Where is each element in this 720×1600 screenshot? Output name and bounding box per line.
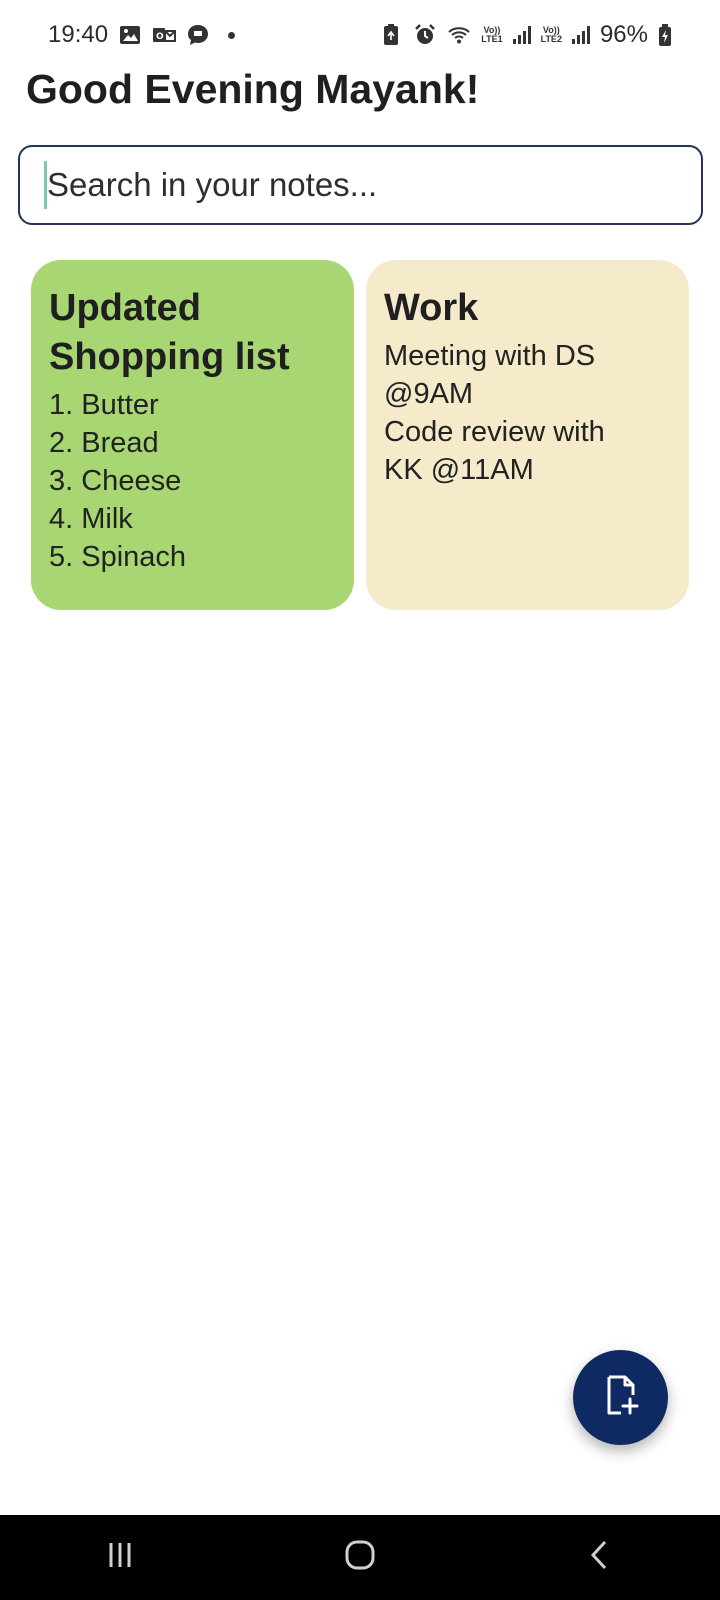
note-line: 1. Butter xyxy=(49,389,159,421)
note-line: Code review with xyxy=(384,416,605,448)
note-card-work[interactable]: Work Meeting with DS @9AM Code review wi… xyxy=(366,260,689,610)
svg-text:O: O xyxy=(156,32,164,42)
dot-icon xyxy=(228,31,236,39)
home-icon xyxy=(342,1537,378,1578)
alarm-icon xyxy=(413,23,437,47)
note-line: 3. Cheese xyxy=(49,465,182,497)
net1-bottom: LTE1 xyxy=(481,34,503,44)
add-note-icon xyxy=(599,1373,643,1422)
back-button[interactable] xyxy=(560,1528,640,1588)
note-line: Meeting with DS xyxy=(384,340,596,372)
note-title: Updated Shopping list xyxy=(49,284,336,382)
battery-charging-icon xyxy=(658,23,672,47)
chat-icon xyxy=(186,23,210,47)
status-bar: 19:40 O Vo)) LTE1 Vo)) LTE2 96% xyxy=(0,0,720,70)
battery-saver-icon xyxy=(379,23,403,47)
home-button[interactable] xyxy=(320,1528,400,1588)
back-icon xyxy=(582,1537,618,1578)
note-line: 4. Milk xyxy=(49,503,133,535)
notes-grid: Updated Shopping list 1. Butter 2. Bread… xyxy=(31,260,689,610)
status-time: 19:40 xyxy=(48,21,109,48)
signal-lte2-label: Vo)) LTE2 xyxy=(541,26,562,44)
search-box[interactable] xyxy=(18,145,703,225)
net2-bottom: LTE2 xyxy=(540,34,562,44)
greeting-title: Good Evening Mayank! xyxy=(26,66,480,112)
image-icon xyxy=(118,23,142,47)
status-bar-left: 19:40 O xyxy=(48,21,236,49)
status-bar-right: Vo)) LTE1 Vo)) LTE2 96% xyxy=(379,21,672,49)
battery-percent: 96% xyxy=(599,21,648,48)
note-card-shopping[interactable]: Updated Shopping list 1. Butter 2. Bread… xyxy=(31,260,354,610)
wifi-icon xyxy=(447,23,471,47)
note-title-line: Shopping list xyxy=(49,336,290,378)
signal-lte1-label: Vo)) LTE1 xyxy=(481,26,502,44)
signal-lte2-icon xyxy=(571,26,590,44)
note-title-line: Updated xyxy=(49,287,201,329)
signal-lte1-icon xyxy=(512,26,531,44)
add-note-button[interactable] xyxy=(573,1350,668,1445)
system-nav-bar xyxy=(0,1515,720,1600)
note-line: KK @11AM xyxy=(384,454,534,486)
note-line: 5. Spinach xyxy=(49,541,187,573)
notes-app-screen: 19:40 O Vo)) LTE1 Vo)) LTE2 96% Good Eve… xyxy=(0,0,720,1600)
note-line: 2. Bread xyxy=(49,427,159,459)
search-input[interactable] xyxy=(47,166,667,204)
recent-apps-button[interactable] xyxy=(80,1528,160,1588)
note-line: @9AM xyxy=(384,378,474,410)
note-title-line: Work xyxy=(384,287,479,329)
outlook-icon: O xyxy=(152,23,177,47)
note-title: Work xyxy=(384,284,671,333)
recent-apps-icon xyxy=(102,1537,138,1578)
